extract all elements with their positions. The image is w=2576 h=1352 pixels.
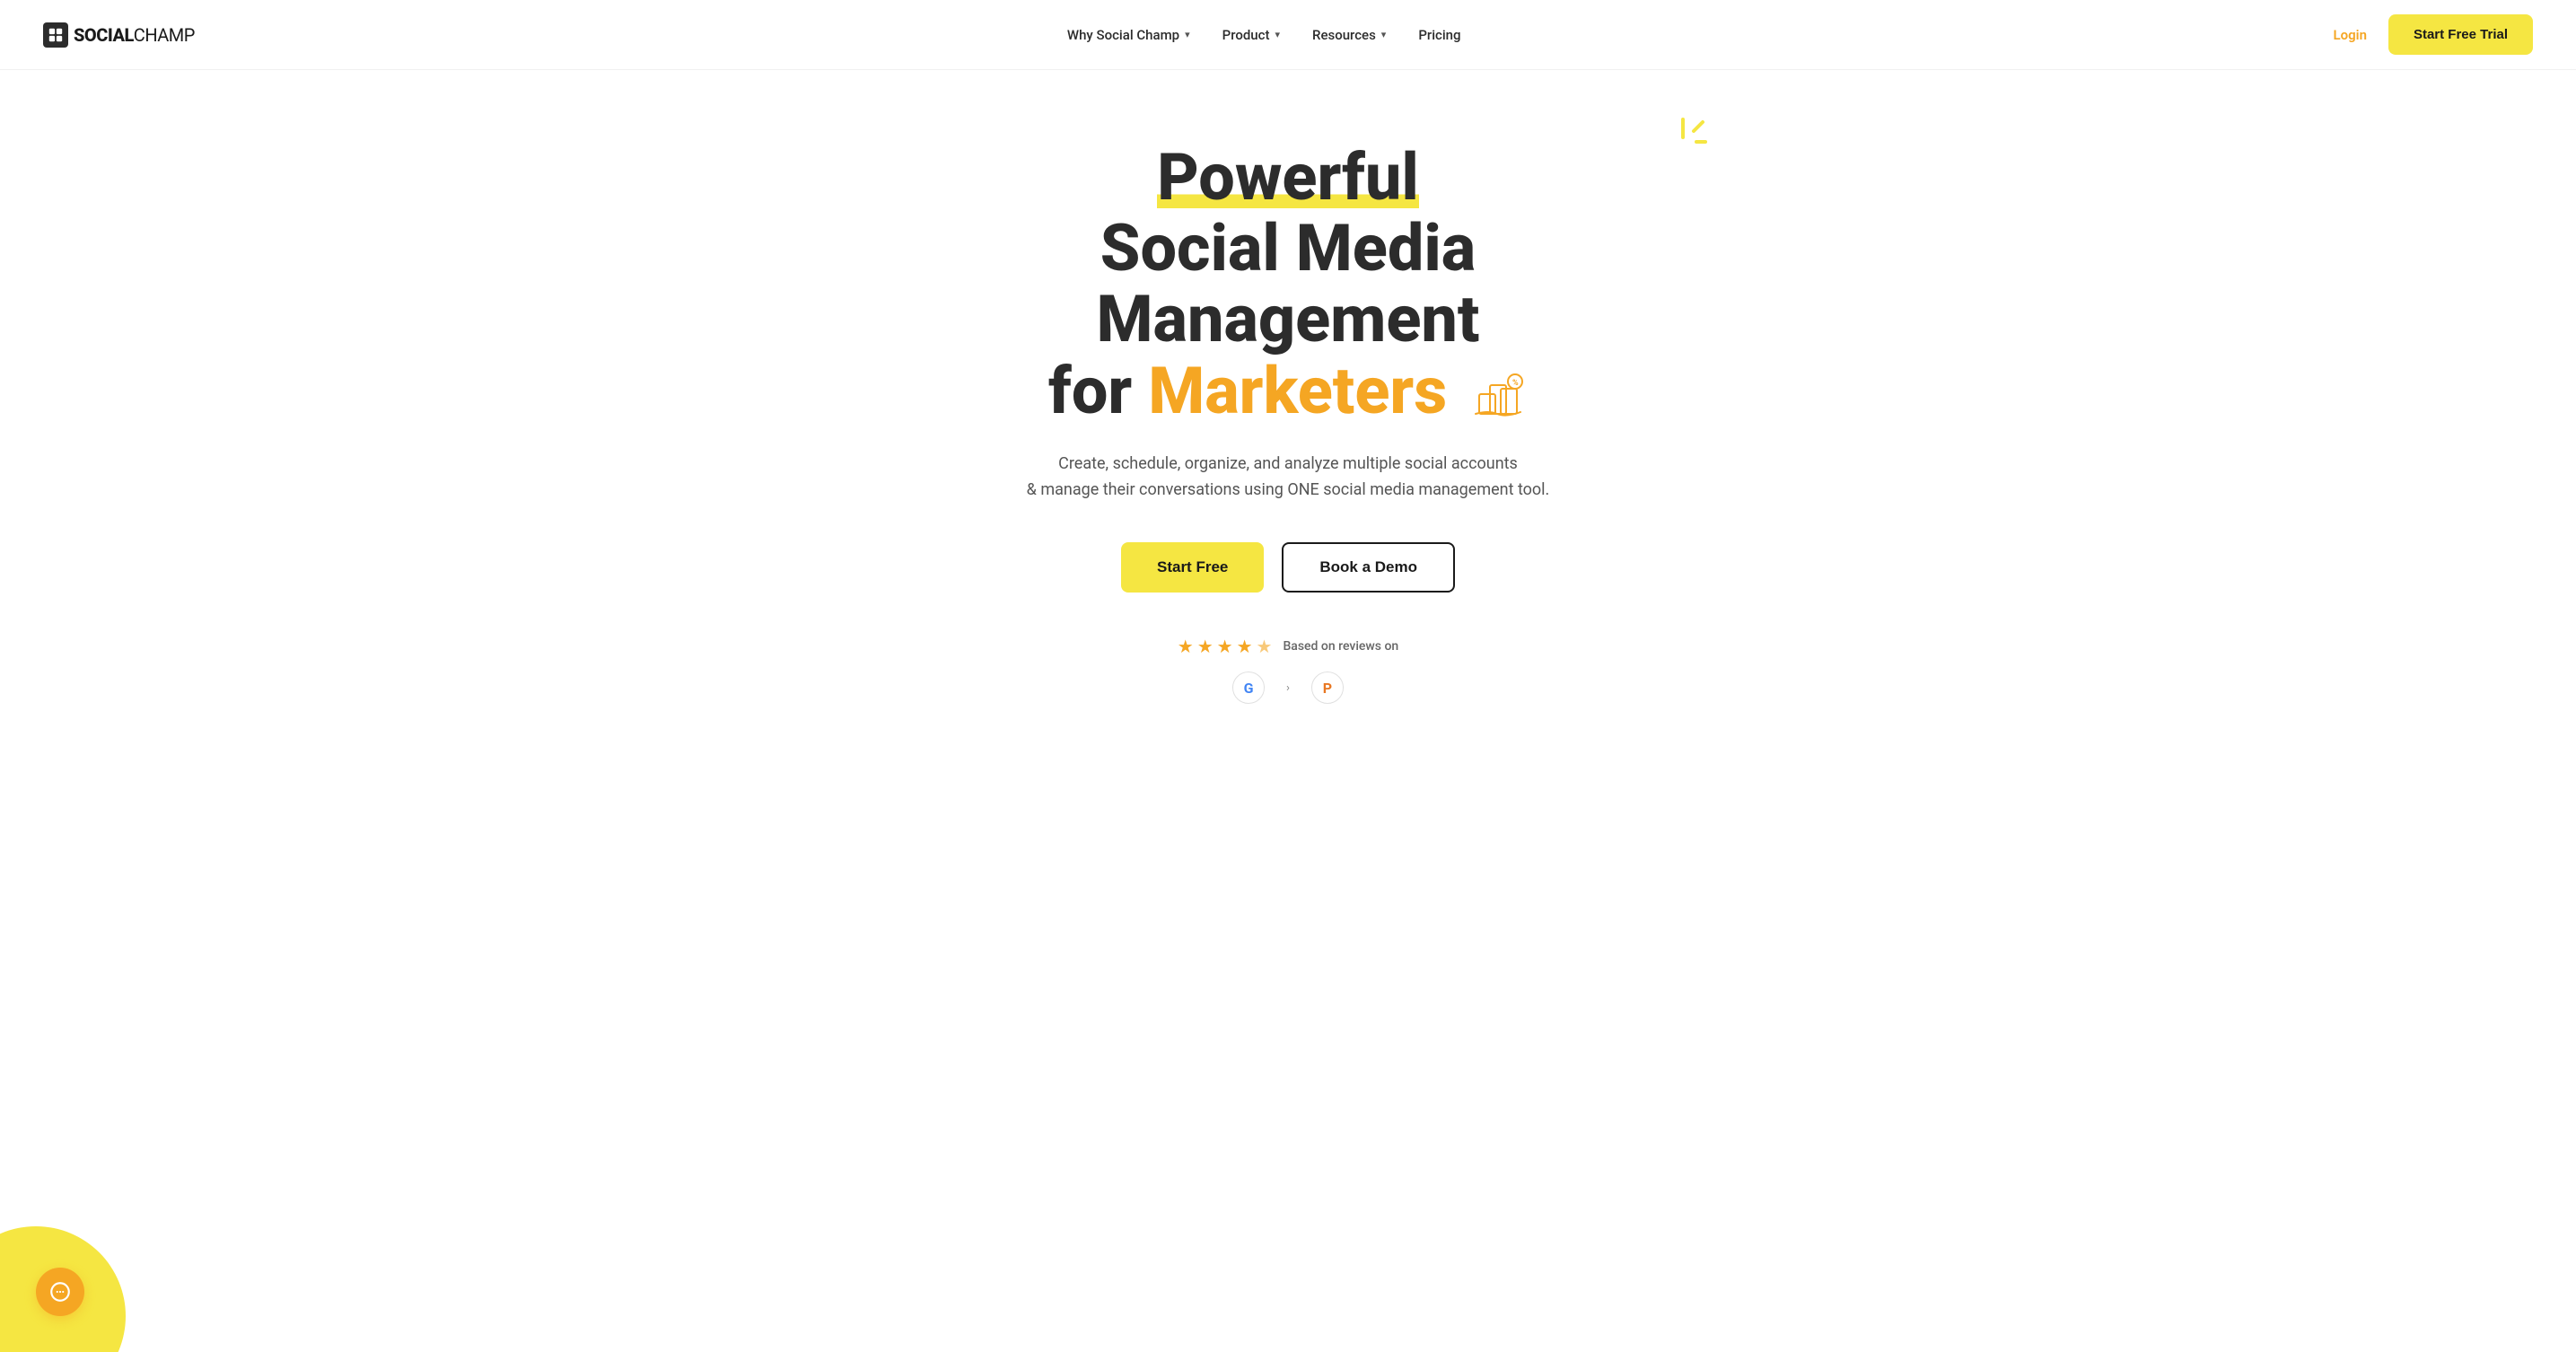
logo-link[interactable]: SOCIALCHAMP (43, 22, 195, 48)
nav-item-pricing[interactable]: Pricing (1418, 27, 1460, 43)
reviews-section: ★ ★ ★ ★ ★ Based on reviews on G › P (1178, 636, 1398, 704)
star-5-icon: ★ (1257, 636, 1273, 657)
google-review-icon[interactable]: G (1232, 672, 1265, 704)
hero-title-powerful: Powerful (1157, 139, 1419, 217)
hero-subtitle: Create, schedule, organize, and analyze … (1027, 452, 1550, 504)
book-demo-button[interactable]: Book a Demo (1282, 542, 1455, 593)
star-2-icon: ★ (1197, 636, 1214, 657)
hero-buttons: Start Free Book a Demo (1121, 542, 1455, 593)
navbar: SOCIALCHAMP Why Social Champ ▾ Product ▾… (0, 0, 2576, 70)
stars-row: ★ ★ ★ ★ ★ Based on reviews on (1178, 636, 1398, 657)
nav-item-resources[interactable]: Resources ▾ (1312, 27, 1386, 43)
svg-text:%: % (1512, 379, 1519, 388)
platform-separator-icon: › (1286, 681, 1290, 695)
nav-pricing-label: Pricing (1418, 27, 1460, 43)
nav-why-label: Why Social Champ (1067, 27, 1179, 43)
chevron-down-icon: ▾ (1185, 29, 1190, 40)
chevron-down-icon: ▾ (1381, 29, 1387, 40)
hero-section: Powerful Social Media Management for Mar… (0, 70, 2576, 758)
star-1-icon: ★ (1178, 636, 1194, 657)
star-4-icon: ★ (1237, 636, 1253, 657)
hero-title-line2: Social Media Management (1096, 210, 1479, 357)
start-free-trial-button[interactable]: Start Free Trial (2388, 14, 2533, 55)
hero-title: Powerful Social Media Management for Mar… (920, 142, 1656, 426)
logo-icon (43, 22, 68, 48)
nav-resources-label: Resources (1312, 27, 1376, 43)
logo-text: SOCIALCHAMP (74, 24, 195, 46)
hero-heading: Powerful Social Media Management for Mar… (920, 142, 1656, 426)
nav-links: Why Social Champ ▾ Product ▾ Resources ▾… (1067, 27, 1461, 43)
nav-actions: Login Start Free Trial (2334, 14, 2533, 55)
star-rating: ★ ★ ★ ★ ★ (1178, 636, 1273, 657)
sparkle-decoration-icon (1656, 115, 1710, 169)
chevron-down-icon: ▾ (1275, 29, 1280, 40)
hero-title-for: for (1048, 353, 1148, 429)
chat-widget-button[interactable] (36, 1268, 84, 1316)
hero-title-marketers: Marketers (1148, 353, 1447, 429)
marketer-illustration-icon: % (1470, 366, 1528, 424)
producthunt-review-icon[interactable]: P (1311, 672, 1344, 704)
star-3-icon: ★ (1217, 636, 1233, 657)
start-free-button[interactable]: Start Free (1121, 542, 1264, 593)
reviews-label: Based on reviews on (1283, 639, 1398, 654)
login-button[interactable]: Login (2334, 27, 2367, 43)
review-platforms: G › P (1232, 672, 1344, 704)
nav-item-why[interactable]: Why Social Champ ▾ (1067, 27, 1190, 43)
nav-product-label: Product (1222, 27, 1270, 43)
nav-item-product[interactable]: Product ▾ (1222, 27, 1280, 43)
